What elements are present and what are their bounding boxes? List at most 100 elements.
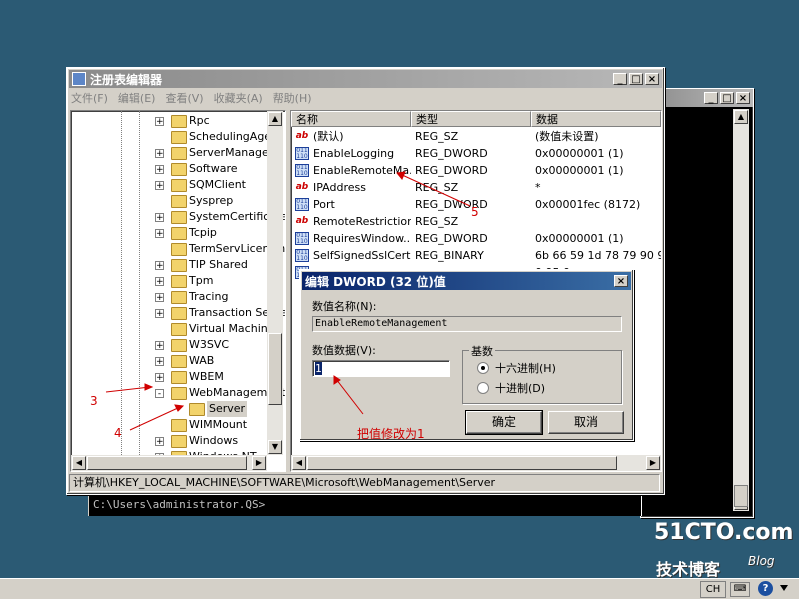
expand-icon[interactable]: + bbox=[155, 341, 164, 351]
column-header-type[interactable]: 类型 bbox=[411, 111, 531, 127]
collapse-icon[interactable]: - bbox=[155, 389, 164, 399]
close-icon[interactable]: × bbox=[645, 73, 659, 85]
tree-item[interactable]: + WAB bbox=[71, 353, 267, 369]
column-header-data[interactable]: 数据 bbox=[531, 111, 661, 127]
expand-icon[interactable]: + bbox=[155, 277, 164, 287]
tree-item[interactable]: Sysprep bbox=[71, 193, 267, 209]
cmd-scrollbar[interactable]: ▲ ▼ bbox=[733, 109, 749, 511]
tree-item[interactable]: + Tracing bbox=[71, 289, 267, 305]
expand-icon[interactable]: + bbox=[155, 293, 164, 303]
tree-item[interactable]: + Windows bbox=[71, 433, 267, 449]
folder-icon bbox=[171, 435, 187, 448]
menu-edit[interactable]: 编辑(E) bbox=[118, 90, 156, 108]
expand-icon[interactable]: + bbox=[155, 309, 164, 319]
tree-item[interactable]: SchedulingAgent bbox=[71, 129, 282, 145]
expand-icon[interactable]: + bbox=[155, 373, 164, 383]
expand-icon[interactable]: + bbox=[155, 117, 164, 127]
tree-hscroll[interactable]: ◀ ▶ bbox=[71, 455, 267, 471]
value-data: * bbox=[535, 181, 541, 194]
menu-favorites[interactable]: 收藏夹(A) bbox=[214, 90, 263, 108]
expand-icon[interactable]: + bbox=[155, 357, 164, 367]
options-icon[interactable] bbox=[780, 585, 788, 591]
expand-icon[interactable]: + bbox=[155, 229, 164, 239]
close-icon[interactable]: × bbox=[736, 92, 750, 104]
scroll-left-icon[interactable]: ◀ bbox=[292, 456, 306, 470]
expand-icon[interactable]: + bbox=[155, 261, 164, 271]
keyboard-icon[interactable]: ⌨ bbox=[730, 582, 750, 597]
scroll-up-icon[interactable]: ▲ bbox=[268, 112, 282, 126]
value-type: REG_SZ bbox=[415, 181, 459, 194]
watermark-logo: 51CTO.com 技术博客 Blog bbox=[654, 520, 793, 580]
scroll-down-icon[interactable]: ▼ bbox=[268, 440, 282, 454]
maximize-icon[interactable]: □ bbox=[629, 73, 643, 85]
menu-help[interactable]: 帮助(H) bbox=[273, 90, 312, 108]
expand-icon[interactable]: + bbox=[155, 165, 164, 175]
tree-item[interactable]: + Tcpip bbox=[71, 225, 267, 241]
value-type: REG_DWORD bbox=[415, 232, 488, 245]
binary-value-icon: 011110 bbox=[295, 147, 309, 160]
help-icon[interactable]: ? bbox=[758, 581, 773, 596]
tree-item[interactable]: + W3SVC bbox=[71, 337, 267, 353]
expand-icon[interactable]: + bbox=[155, 181, 164, 191]
tree-item[interactable]: + Transaction Server bbox=[71, 305, 285, 321]
language-indicator[interactable]: CH bbox=[700, 581, 726, 598]
cmd-scroll-thumb[interactable] bbox=[734, 485, 748, 507]
tree-item[interactable]: + SQMClient bbox=[71, 177, 267, 193]
value-data-input[interactable]: 1 bbox=[312, 360, 450, 377]
expand-icon[interactable]: + bbox=[155, 213, 164, 223]
regedit-titlebar[interactable]: 注册表编辑器 _ □ × bbox=[69, 70, 662, 88]
folder-icon bbox=[171, 195, 187, 208]
scroll-right-icon[interactable]: ▶ bbox=[646, 456, 660, 470]
ok-button[interactable]: 确定 bbox=[465, 410, 543, 435]
tree-hscroll-thumb[interactable] bbox=[87, 456, 247, 470]
column-header-name[interactable]: 名称 bbox=[291, 111, 411, 127]
values-hscroll[interactable]: ◀ ▶ bbox=[291, 455, 661, 471]
tree-item[interactable]: + Tpm bbox=[71, 273, 267, 289]
tree-item-label: Rpc bbox=[189, 114, 210, 127]
menu-file[interactable]: 文件(F) bbox=[71, 90, 108, 108]
expand-icon[interactable]: + bbox=[155, 149, 164, 159]
tree-pane[interactable]: + Rpc SchedulingAgent + ServerManager + Softwa… bbox=[70, 110, 286, 472]
tree-item[interactable]: - WebManagement bbox=[71, 385, 285, 401]
tree-item[interactable]: + SystemCertificates bbox=[71, 209, 285, 225]
binary-value-icon: 011110 bbox=[295, 198, 309, 211]
scroll-left-icon[interactable]: ◀ bbox=[72, 456, 86, 470]
value-row[interactable]: 011 110 SelfSignedSslCert... REG_BINARY 6b 6… bbox=[291, 247, 661, 264]
maximize-icon[interactable]: □ bbox=[720, 92, 734, 104]
scroll-up-icon[interactable]: ▲ bbox=[734, 110, 748, 124]
tree-item[interactable]: Virtual Machine bbox=[71, 321, 275, 337]
value-row[interactable]: ab (默认) REG_SZ (数值未设置) bbox=[291, 128, 661, 145]
tree-item[interactable]: + WBEM bbox=[71, 369, 267, 385]
tree-item[interactable]: + Software bbox=[71, 161, 267, 177]
value-data-label: 数值数据(V): bbox=[312, 344, 376, 357]
folder-icon bbox=[171, 323, 187, 336]
scroll-right-icon[interactable]: ▶ bbox=[252, 456, 266, 470]
value-row[interactable]: 011 110 EnableLogging REG_DWORD 0x00000001 (… bbox=[291, 145, 661, 162]
annotation-4: 4 bbox=[114, 426, 122, 440]
tree-item[interactable]: TermServLicensing bbox=[71, 241, 285, 257]
value-data: 0x00001fec (8172) bbox=[535, 198, 641, 211]
menu-view[interactable]: 查看(V) bbox=[165, 90, 203, 108]
value-type: REG_BINARY bbox=[415, 249, 484, 262]
tree-item[interactable]: + Rpc bbox=[71, 113, 267, 129]
tree-item[interactable]: Server bbox=[71, 401, 267, 417]
dialog-titlebar[interactable]: 编辑 DWORD (32 位)值 × bbox=[302, 272, 631, 290]
tree-item[interactable]: + TIP Shared bbox=[71, 257, 267, 273]
minimize-icon[interactable]: _ bbox=[613, 73, 627, 85]
radio-dec[interactable]: 十进制(D) bbox=[477, 381, 545, 395]
tree-item[interactable]: WIMMount bbox=[71, 417, 267, 433]
expand-icon[interactable]: + bbox=[155, 437, 164, 447]
value-row[interactable]: 011 110 RequiresWindow... REG_DWORD 0x000000… bbox=[291, 230, 661, 247]
value-type: REG_SZ bbox=[415, 130, 459, 143]
value-row[interactable]: 011 110 EnableRemoteMa... REG_DWORD 0x000000… bbox=[291, 162, 661, 179]
minimize-icon[interactable]: _ bbox=[704, 92, 718, 104]
radio-hex[interactable]: 十六进制(H) bbox=[477, 361, 556, 375]
values-hscroll-thumb[interactable] bbox=[307, 456, 617, 470]
cancel-button[interactable]: 取消 bbox=[548, 411, 624, 434]
tree-item-label: Server bbox=[207, 401, 248, 417]
tree-scroll-thumb[interactable] bbox=[268, 333, 282, 405]
value-row[interactable]: ab IPAddress REG_SZ * bbox=[291, 179, 661, 196]
tree-vscroll[interactable]: ▲ ▼ bbox=[267, 111, 283, 455]
tree-item[interactable]: + ServerManager bbox=[71, 145, 273, 161]
close-icon[interactable]: × bbox=[614, 275, 628, 287]
